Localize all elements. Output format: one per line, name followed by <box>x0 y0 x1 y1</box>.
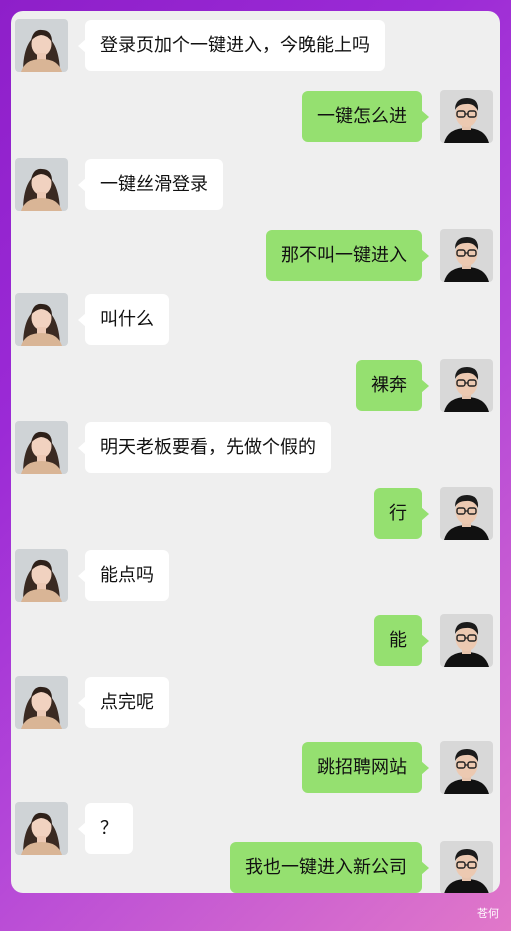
message-bubble[interactable]: 登录页加个一键进入，今晚能上吗 <box>78 20 385 71</box>
man-avatar-icon[interactable] <box>440 90 493 143</box>
woman-avatar-icon[interactable] <box>15 158 68 211</box>
message-bubble[interactable]: 能点吗 <box>78 550 169 601</box>
message-bubble[interactable]: ？ <box>78 803 133 854</box>
man-avatar-icon[interactable] <box>440 487 493 540</box>
man-avatar-icon[interactable] <box>440 229 493 282</box>
message-bubble[interactable]: 裸奔 <box>356 360 429 411</box>
woman-avatar-icon[interactable] <box>15 676 68 729</box>
woman-avatar-icon[interactable] <box>15 802 68 855</box>
man-avatar-icon[interactable] <box>440 841 493 893</box>
chat-window[interactable]: 登录页加个一键进入，今晚能上吗 一键怎么进 一键丝滑登录 那不叫一键进入 叫什么… <box>11 11 500 893</box>
message-bubble[interactable]: 行 <box>374 488 429 539</box>
watermark: 苍何 <box>477 907 499 920</box>
woman-avatar-icon[interactable] <box>15 293 68 346</box>
message-bubble[interactable]: 明天老板要看，先做个假的 <box>78 422 331 473</box>
man-avatar-icon[interactable] <box>440 741 493 794</box>
message-bubble[interactable]: 一键丝滑登录 <box>78 159 223 210</box>
message-bubble[interactable]: 跳招聘网站 <box>302 742 429 793</box>
message-bubble[interactable]: 点完呢 <box>78 677 169 728</box>
message-bubble[interactable]: 一键怎么进 <box>302 91 429 142</box>
message-bubble[interactable]: 我也一键进入新公司 <box>230 842 429 893</box>
woman-avatar-icon[interactable] <box>15 421 68 474</box>
man-avatar-icon[interactable] <box>440 614 493 667</box>
message-bubble[interactable]: 那不叫一键进入 <box>266 230 429 281</box>
message-bubble[interactable]: 能 <box>374 615 429 666</box>
message-bubble[interactable]: 叫什么 <box>78 294 169 345</box>
woman-avatar-icon[interactable] <box>15 19 68 72</box>
woman-avatar-icon[interactable] <box>15 549 68 602</box>
man-avatar-icon[interactable] <box>440 359 493 412</box>
